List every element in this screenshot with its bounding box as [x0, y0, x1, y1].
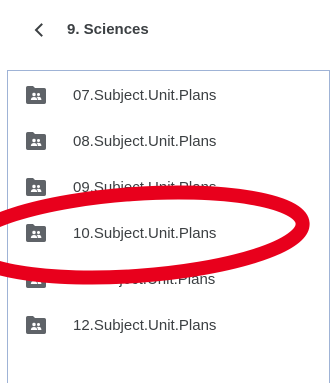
list-item[interactable]: 09.Subject.Unit.Plans — [8, 166, 329, 210]
shared-folder-icon — [26, 86, 46, 104]
item-label: 12.Subject.Unit.Plans — [73, 317, 217, 334]
list-item[interactable]: 07.Subject.Unit.Plans — [8, 74, 329, 118]
drive-folder-view: 9. Sciences 07.Subject.Unit.Plans 08.Sub… — [0, 0, 333, 383]
item-label: 08.Subject.Unit.Plans — [73, 133, 217, 150]
list-item[interactable]: 10.Subject.Unit.Plans — [8, 212, 329, 256]
chevron-left-icon[interactable] — [30, 21, 48, 39]
folder-list: 07.Subject.Unit.Plans 08.Subject.Unit.Pl… — [7, 70, 330, 383]
item-label: 09.Subject.Unit.Plans — [73, 179, 217, 196]
folder-header: 9. Sciences — [0, 0, 333, 62]
list-item[interactable]: 08.Subject.Unit.Plans — [8, 120, 329, 164]
shared-folder-icon — [26, 224, 46, 242]
item-label: 10.Subject.Unit.Plans — [73, 225, 217, 242]
item-label: 07.Subject.Unit.Plans — [73, 87, 217, 104]
folder-title: 9. Sciences — [67, 21, 149, 38]
shared-folder-icon — [26, 316, 46, 334]
item-label: 11.Subject.Unit.Plans — [73, 271, 216, 288]
shared-folder-icon — [26, 270, 46, 288]
shared-folder-icon — [26, 132, 46, 150]
list-item[interactable]: 12.Subject.Unit.Plans — [8, 304, 329, 348]
shared-folder-icon — [26, 178, 46, 196]
list-item[interactable]: 11.Subject.Unit.Plans — [8, 258, 329, 302]
